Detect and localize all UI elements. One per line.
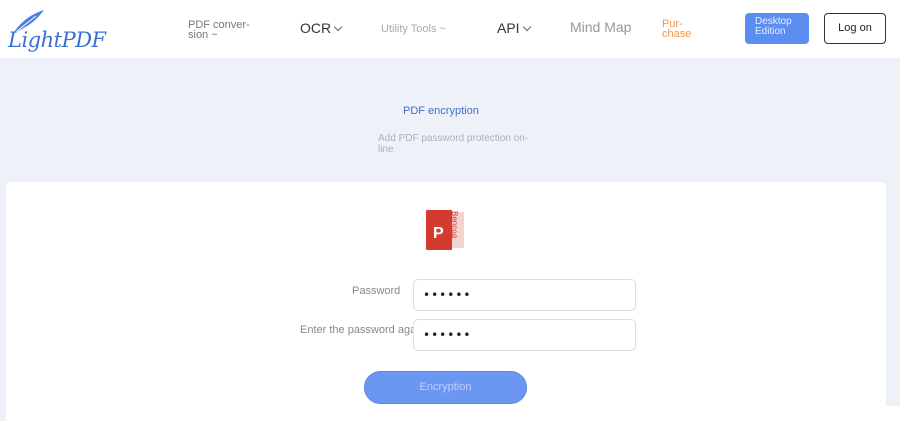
nav-pdf-conversion[interactable]: PDF conver-sion ~ [188, 20, 258, 41]
page-subtitle: Add PDF password protection on-line [378, 133, 529, 155]
confirm-password-input[interactable] [413, 319, 636, 351]
file-icon-label: Вепсод [450, 211, 459, 239]
encryption-button[interactable]: Encryption [364, 371, 527, 404]
logo-text: LightPDF [8, 28, 106, 52]
desktop-edition-button[interactable]: Desktop Edition [745, 13, 809, 44]
page-title: PDF encryption [403, 105, 479, 117]
nav-ocr-label: OCR [300, 20, 332, 36]
nav-api-label: API [497, 20, 520, 36]
logo[interactable]: LightPDF [6, 8, 106, 52]
chevron-down-icon [522, 22, 531, 32]
top-header: LightPDF PDF conver-sion ~ OCR Utility T… [0, 0, 900, 58]
nav-mind-map[interactable]: Mind Map [570, 20, 631, 34]
svg-text:P: P [433, 225, 444, 242]
nav-api[interactable]: API [497, 20, 531, 36]
nav-utility-tools[interactable]: Utility Tools ~ [381, 24, 446, 35]
chevron-down-icon [333, 22, 343, 32]
nav-ocr[interactable]: OCR [300, 20, 343, 36]
page-gutter [886, 58, 900, 406]
login-button[interactable]: Log on [824, 13, 886, 44]
password-label: Password [352, 285, 401, 297]
confirm-password-label: Enter the password again: [300, 324, 428, 336]
page-gutter-bottom [886, 406, 900, 421]
nav-purchase[interactable]: Pur-chase [662, 19, 702, 40]
pdf-file-icon: P [424, 210, 468, 250]
password-input[interactable] [413, 279, 636, 311]
